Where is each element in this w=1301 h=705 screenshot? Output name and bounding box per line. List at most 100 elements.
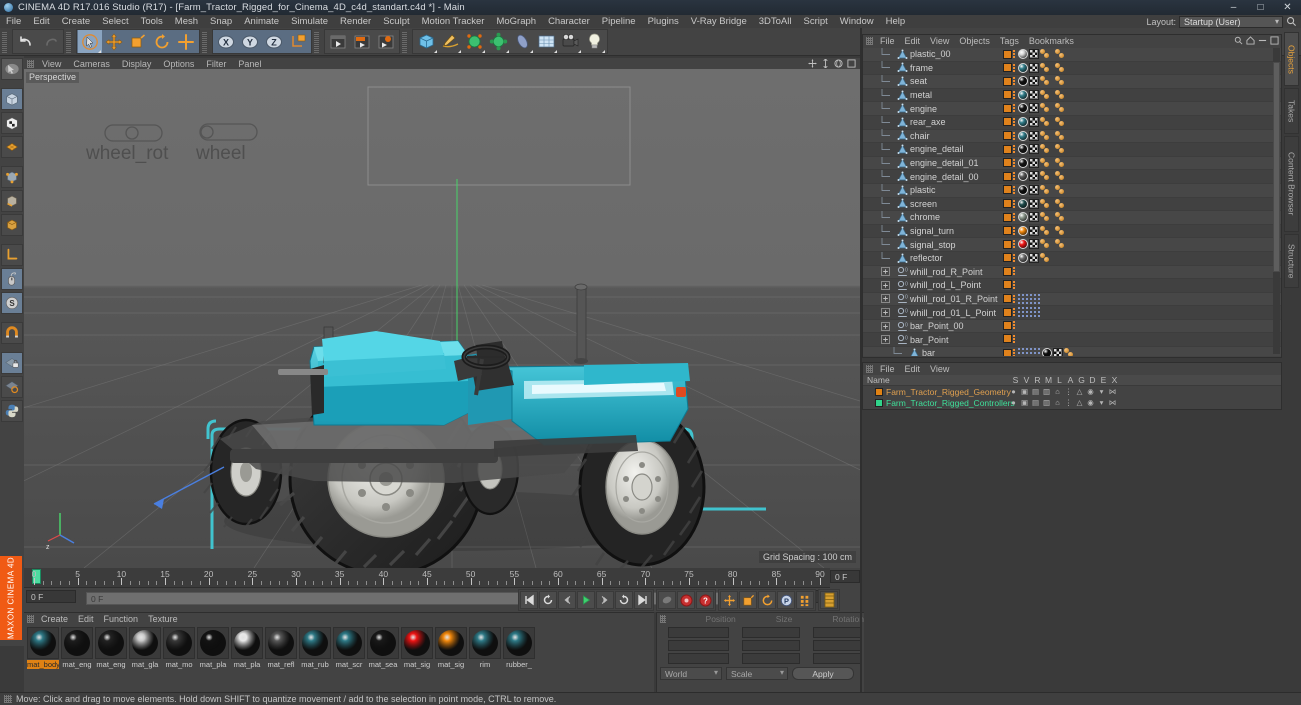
layer-toggle-s[interactable]: ● xyxy=(1009,398,1018,407)
uvw-tag-icon[interactable] xyxy=(1029,89,1039,100)
uvw-tag-icon[interactable] xyxy=(1029,130,1039,141)
selection-tag-icon[interactable] xyxy=(1055,62,1069,73)
layout-dropdown[interactable]: Startup (User) xyxy=(1179,15,1283,28)
layer-toggle-l[interactable]: ⌂ xyxy=(1053,398,1062,407)
object-manager-menu-view[interactable]: View xyxy=(925,36,954,46)
position-field[interactable] xyxy=(667,626,730,638)
object-row[interactable]: signal_turn xyxy=(863,224,1281,239)
object-row[interactable]: frame xyxy=(863,61,1281,76)
uvw-tag-icon[interactable] xyxy=(1029,62,1039,73)
menu-item-3dtoall[interactable]: 3DToAll xyxy=(753,15,798,28)
object-manager-menu-objects[interactable]: Objects xyxy=(954,36,995,46)
viewport-menu-display[interactable]: Display xyxy=(116,59,158,69)
rotation-key-button[interactable] xyxy=(758,591,776,609)
layer-toggle-e[interactable]: ▾ xyxy=(1097,387,1106,396)
layer-toggle-a[interactable]: ⋮ xyxy=(1064,398,1073,407)
material-tag-icon[interactable] xyxy=(1018,49,1028,59)
object-tag-area[interactable] xyxy=(1003,198,1069,209)
menu-item-script[interactable]: Script xyxy=(798,15,834,28)
object-row[interactable]: 0 whill_rod_01_L_Point xyxy=(863,306,1281,320)
next-key-button[interactable] xyxy=(596,591,614,609)
object-tag-area[interactable] xyxy=(1003,334,1017,344)
lock-workplane-tool[interactable] xyxy=(1,352,23,374)
minimize-button[interactable]: – xyxy=(1220,0,1247,15)
object-row[interactable]: reflector xyxy=(863,251,1281,266)
layer-toggle-m[interactable]: ▥ xyxy=(1042,387,1051,396)
material-item[interactable]: mat_scr xyxy=(333,627,365,669)
material-preview-sphere[interactable] xyxy=(163,627,195,659)
home-icon[interactable] xyxy=(1246,36,1255,45)
xpresso-tag-icon-2[interactable] xyxy=(1030,348,1041,356)
material-tag-icon[interactable] xyxy=(1018,171,1028,182)
layer-color-tag[interactable] xyxy=(1003,226,1012,236)
material-tag-icon[interactable] xyxy=(1018,225,1028,236)
menu-item-snap[interactable]: Snap xyxy=(204,15,238,28)
structure-menu-file[interactable]: File xyxy=(875,364,900,374)
layer-toggle-d[interactable]: ◉ xyxy=(1086,387,1095,396)
material-item[interactable]: mat_body xyxy=(27,627,59,669)
scale-tool-button[interactable] xyxy=(126,30,150,53)
xpresso-tag-icon[interactable] xyxy=(1018,293,1029,304)
layer-toggle-r[interactable]: ▤ xyxy=(1031,387,1040,396)
structure-row[interactable]: Farm_Tractor_Rigged_Controllers ● ▣ ▤ ▥ ⌂ ⋮ △ ◉ ▾… xyxy=(863,397,1281,408)
material-tag-icon[interactable] xyxy=(1018,116,1028,127)
material-item[interactable]: mat_eng xyxy=(95,627,127,669)
menu-item-animate[interactable]: Animate xyxy=(238,15,285,28)
layer-color-tag[interactable] xyxy=(1003,117,1012,127)
toolbar-drag-handle-2[interactable] xyxy=(66,30,71,53)
uvw-tag-icon[interactable] xyxy=(1029,212,1039,223)
object-tree-list[interactable]: plastic_00 frame seat metal engine rear_axe ch… xyxy=(863,48,1281,356)
material-tag-icon[interactable] xyxy=(1018,89,1028,100)
polygon-mode-tool[interactable] xyxy=(1,136,23,158)
object-tag-area[interactable] xyxy=(1003,348,1078,356)
layer-color-tag[interactable] xyxy=(1003,266,1012,276)
layer-toggle-icons[interactable]: ● ▣ ▤ ▥ ⌂ ⋮ △ ◉ ▾ ⋈ xyxy=(1009,387,1117,396)
selection-tag-icon[interactable] xyxy=(1040,89,1054,100)
expand-toggle-icon[interactable] xyxy=(881,279,895,292)
menu-item-edit[interactable]: Edit xyxy=(27,15,55,28)
expand-toggle-icon[interactable] xyxy=(881,333,895,346)
object-tag-area[interactable] xyxy=(1003,157,1069,168)
structure-menu-edit[interactable]: Edit xyxy=(900,364,926,374)
object-row[interactable]: engine_detail_00 xyxy=(863,170,1281,184)
material-preview-sphere[interactable] xyxy=(231,627,263,659)
search-icon[interactable] xyxy=(1234,36,1243,45)
play-forwards-button[interactable] xyxy=(615,591,633,609)
environment-button[interactable] xyxy=(510,30,534,53)
layer-color-tag[interactable] xyxy=(1003,280,1012,290)
object-row[interactable]: engine_detail xyxy=(863,142,1281,157)
object-tag-area[interactable] xyxy=(1003,89,1069,100)
layer-color-tag[interactable] xyxy=(1003,348,1012,356)
layer-toggle-g[interactable]: △ xyxy=(1075,398,1084,407)
menu-item-select[interactable]: Select xyxy=(96,15,134,28)
object-row[interactable]: 0 bar_Point xyxy=(863,333,1281,348)
rotation-field[interactable] xyxy=(812,626,863,638)
layer-toggle-d[interactable]: ◉ xyxy=(1086,398,1095,407)
go-to-end-button[interactable] xyxy=(634,591,652,609)
object-row[interactable]: 0 whill_rod_01_R_Point xyxy=(863,292,1281,307)
object-manager-menu-edit[interactable]: Edit xyxy=(900,36,926,46)
uvw-tag-icon[interactable] xyxy=(1029,225,1039,236)
selection-tag-icon[interactable] xyxy=(1055,225,1069,236)
material-menu-texture[interactable]: Texture xyxy=(143,614,183,624)
menu-item-simulate[interactable]: Simulate xyxy=(285,15,334,28)
material-preview-sphere[interactable] xyxy=(197,627,229,659)
expand-toggle-icon[interactable] xyxy=(881,320,895,333)
live-selection-tool[interactable] xyxy=(1,58,23,80)
object-tag-area[interactable] xyxy=(1003,116,1069,127)
material-item[interactable]: mat_sig xyxy=(401,627,433,669)
xpresso-tag-icon[interactable] xyxy=(1018,307,1029,318)
size-field[interactable] xyxy=(742,626,800,638)
selection-tag-icon[interactable] xyxy=(1040,144,1054,154)
apply-button[interactable]: Apply xyxy=(792,667,854,680)
viewport-grip-icon[interactable] xyxy=(27,59,34,68)
selection-tag-icon[interactable] xyxy=(1040,130,1054,141)
material-item[interactable]: mat_pla xyxy=(197,627,229,669)
selection-tag-icon[interactable] xyxy=(1055,130,1069,141)
material-item[interactable]: mat_sig xyxy=(435,627,467,669)
python-tool[interactable] xyxy=(1,400,23,422)
structure-menu-view[interactable]: View xyxy=(925,364,954,374)
object-tag-area[interactable] xyxy=(1003,130,1069,141)
toolbar-drag-handle-5[interactable] xyxy=(402,30,407,53)
workplane-tool[interactable] xyxy=(1,376,23,398)
